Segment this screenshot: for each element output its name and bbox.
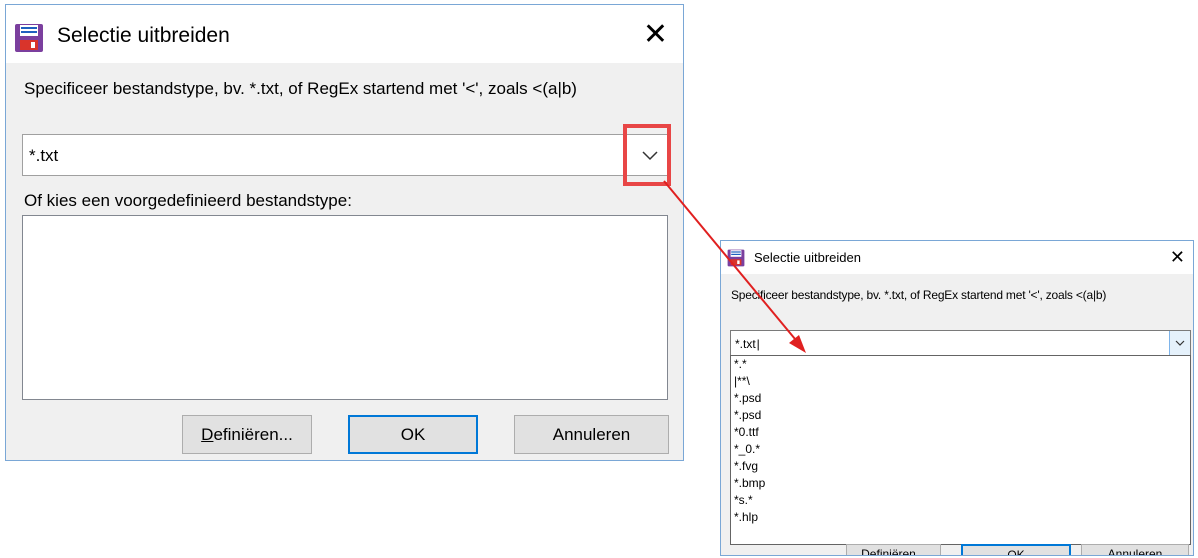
title-bar: Selectie uitbreiden ✕ xyxy=(6,5,683,63)
close-icon[interactable]: ✕ xyxy=(1170,245,1185,269)
file-type-prompt: Specificeer bestandstype, bv. *.txt, of … xyxy=(731,288,1107,302)
cancel-button[interactable]: Annuleren xyxy=(1081,544,1189,555)
cancel-button[interactable]: Annuleren xyxy=(514,415,669,454)
file-type-combobox[interactable]: *.txt xyxy=(22,134,668,176)
dropdown-item[interactable]: *0.ttf xyxy=(731,424,1190,441)
expand-selection-dialog: Selectie uitbreiden ✕ Specificeer bestan… xyxy=(5,4,684,461)
button-row: Definiëren... OK Annuleren xyxy=(721,544,1193,555)
define-button[interactable]: Definiëren... xyxy=(846,544,941,555)
dropdown-item[interactable]: *s.* xyxy=(731,492,1190,509)
dropdown-item[interactable]: *.* xyxy=(731,356,1190,373)
file-type-dropdown-list[interactable]: *.* |**\ *.psd *.psd *0.ttf *_0.* *.fvg … xyxy=(730,355,1191,545)
floppy-disk-icon xyxy=(727,249,745,267)
predefined-types-list[interactable] xyxy=(22,215,668,400)
dropdown-item[interactable]: *.psd xyxy=(731,407,1190,424)
chevron-down-icon[interactable] xyxy=(1169,331,1190,355)
dropdown-item[interactable]: *.bmp xyxy=(731,475,1190,492)
dropdown-item[interactable]: *.fvg xyxy=(731,458,1190,475)
dropdown-item[interactable]: *.hlp xyxy=(731,509,1190,526)
dropdown-item[interactable]: *_0.* xyxy=(731,441,1190,458)
expand-selection-dialog-dropdown-open: Selectie uitbreiden ✕ Specificeer bestan… xyxy=(720,240,1194,556)
define-button[interactable]: Definiëren... xyxy=(182,415,312,454)
ok-button[interactable]: OK xyxy=(348,415,478,454)
title-bar: Selectie uitbreiden ✕ xyxy=(721,241,1193,274)
file-type-prompt: Specificeer bestandstype, bv. *.txt, of … xyxy=(24,79,577,98)
close-icon[interactable]: ✕ xyxy=(643,17,668,53)
dropdown-highlight-box xyxy=(623,124,671,186)
dropdown-item[interactable]: |**\ xyxy=(731,373,1190,390)
dialog-title: Selectie uitbreiden xyxy=(57,24,230,47)
floppy-disk-icon xyxy=(15,24,43,52)
define-label: efiniëren... xyxy=(213,425,293,444)
file-type-combobox[interactable]: *.txt xyxy=(730,330,1191,356)
dialog-title: Selectie uitbreiden xyxy=(754,250,861,265)
file-type-input[interactable]: *.txt xyxy=(735,337,760,351)
predefined-type-label: Of kies een voorgedefinieerd bestandstyp… xyxy=(24,191,352,210)
define-mnemonic: D xyxy=(201,425,214,444)
file-type-input[interactable]: *.txt xyxy=(29,146,58,166)
ok-button[interactable]: OK xyxy=(961,544,1071,555)
dropdown-item[interactable]: *.psd xyxy=(731,390,1190,407)
